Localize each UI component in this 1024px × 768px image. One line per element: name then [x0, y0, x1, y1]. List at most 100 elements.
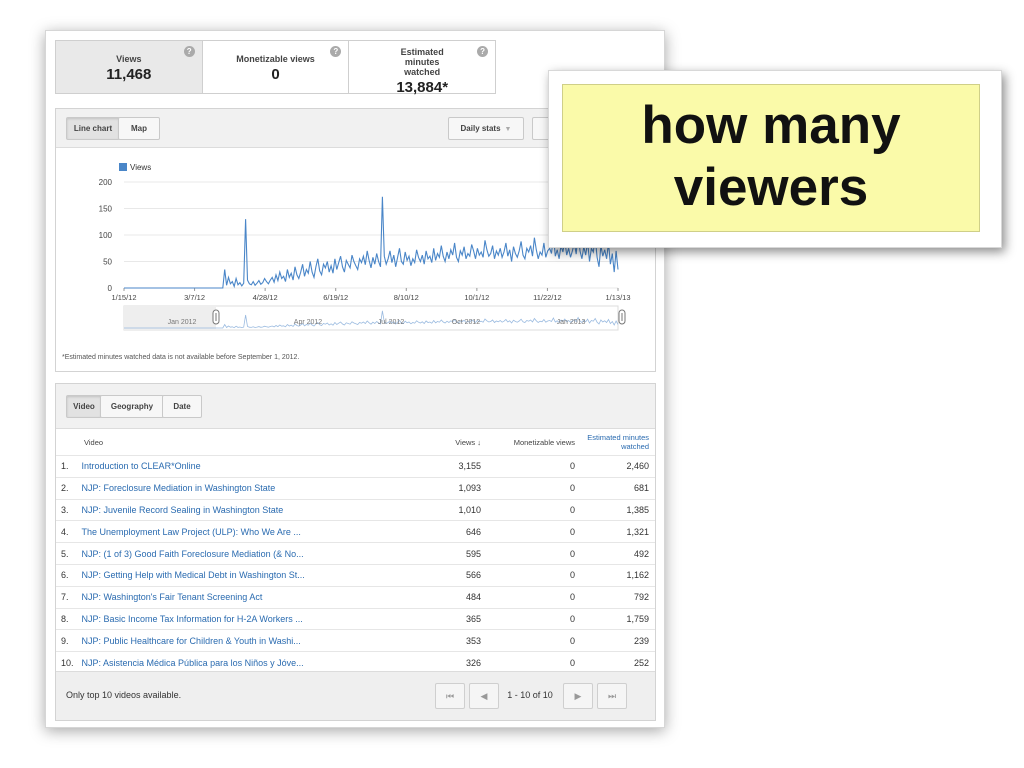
help-icon[interactable]: ?	[183, 46, 195, 57]
table-row[interactable]: 2. NJP: Foreclosure Mediation in Washingt…	[56, 476, 655, 500]
views-cell: 326	[417, 651, 487, 673]
views-cell: 353	[417, 629, 487, 652]
table-row[interactable]: 4. The Unemployment Law Project (ULP): Wh…	[56, 520, 655, 543]
page-range: 1 - 10 of 10	[507, 690, 553, 700]
metric-label: Estimated minutes watched	[400, 47, 444, 77]
navigator-label: Oct 2012	[452, 319, 481, 326]
video-title-link[interactable]: NJP: Juvenile Record Sealing in Washingt…	[73, 498, 417, 521]
next-page-button[interactable]: ▶	[563, 683, 593, 709]
row-index: 1.	[56, 455, 74, 478]
annotation-note: how many viewers	[562, 84, 980, 232]
views-cell: 646	[417, 520, 487, 543]
y-tick-label: 50	[103, 258, 112, 267]
metric-views[interactable]: Views 11,468 ?	[55, 40, 203, 94]
prev-page-button[interactable]: ◀	[469, 683, 499, 709]
row-index: 9.	[56, 629, 74, 652]
annotation-line-1: how many	[641, 96, 901, 155]
x-tick-label: 6/19/12	[323, 293, 348, 302]
navigator-label: Apr 2012	[294, 319, 323, 326]
tab-geography[interactable]: Geography	[100, 395, 164, 418]
views-cell: 566	[417, 563, 487, 587]
monetizable-cell: 0	[487, 520, 581, 543]
views-cell: 484	[417, 585, 487, 609]
monetizable-cell: 0	[487, 455, 581, 478]
monetizable-cell: 0	[487, 476, 581, 500]
legend-label: Views	[130, 163, 151, 172]
monetizable-cell: 0	[487, 563, 581, 587]
x-tick-label: 4/28/12	[253, 293, 278, 302]
minutes-cell: 239	[581, 629, 655, 652]
column-estimated-minutes[interactable]: Estimated minutes watched	[581, 429, 655, 456]
tab-line-chart[interactable]: Line chart	[66, 117, 120, 140]
views-cell: 595	[417, 542, 487, 565]
daily-stats-dropdown[interactable]: Daily stats ▼	[448, 117, 524, 140]
y-tick-label: 0	[108, 284, 113, 293]
minutes-cell: 1,759	[581, 607, 655, 630]
tab-date[interactable]: Date	[162, 395, 202, 418]
table-row[interactable]: 5. NJP: (1 of 3) Good Faith Foreclosure M…	[56, 542, 655, 565]
video-title-link[interactable]: NJP: Basic Income Tax Information for H-…	[73, 607, 417, 630]
footnote: *Estimated minutes watched data is not a…	[62, 354, 300, 361]
navigator-label: Jan 2013	[557, 319, 586, 326]
metric-label: Monetizable views	[236, 54, 315, 64]
video-title-link[interactable]: NJP: (1 of 3) Good Faith Foreclosure Med…	[73, 542, 417, 565]
y-tick-label: 200	[99, 178, 113, 187]
views-cell: 1,010	[417, 498, 487, 521]
table-row[interactable]: 1. Introduction to CLEAR*Online 3,155 0 2,46…	[56, 455, 655, 478]
y-tick-label: 150	[99, 205, 113, 214]
minutes-cell: 681	[581, 476, 655, 500]
table-row[interactable]: 3. NJP: Juvenile Record Sealing in Washin…	[56, 498, 655, 521]
views-series-line	[124, 196, 619, 289]
annotation-card: how many viewers	[548, 70, 1002, 248]
monetizable-cell: 0	[487, 629, 581, 652]
video-title-link[interactable]: Introduction to CLEAR*Online	[73, 455, 417, 478]
x-tick-label: 1/15/12	[111, 293, 136, 302]
video-title-link[interactable]: NJP: Public Healthcare for Children & Yo…	[73, 629, 417, 652]
row-index: 4.	[56, 520, 74, 543]
video-title-link[interactable]: NJP: Washington's Fair Tenant Screening …	[73, 585, 417, 609]
minutes-cell: 492	[581, 542, 655, 565]
help-icon[interactable]: ?	[477, 46, 489, 57]
column-video[interactable]: Video	[56, 429, 417, 456]
video-title-link[interactable]: NJP: Getting Help with Medical Debt in W…	[73, 563, 417, 587]
monetizable-cell: 0	[487, 651, 581, 673]
x-tick-label: 8/10/12	[394, 293, 419, 302]
table-header: Video Views ↓ Monetizable views Estimate…	[56, 429, 655, 456]
table-row[interactable]: 8. NJP: Basic Income Tax Information for …	[56, 607, 655, 630]
video-title-link[interactable]: NJP: Foreclosure Mediation in Washington…	[73, 476, 417, 500]
column-monetizable-views[interactable]: Monetizable views	[487, 429, 581, 456]
row-index: 3.	[56, 498, 74, 521]
metric-estimated-minutes[interactable]: Estimated minutes watched 13,884* ?	[348, 40, 497, 96]
videos-table: Video Views ↓ Monetizable views Estimate…	[56, 429, 655, 673]
minutes-cell: 2,460	[581, 455, 655, 478]
views-cell: 3,155	[417, 455, 487, 478]
metric-value: 11,468	[106, 66, 152, 83]
row-index: 6.	[56, 563, 74, 587]
tab-map[interactable]: Map	[118, 117, 160, 140]
table-row[interactable]: 10. NJP: Asistencia Médica Pública para l…	[56, 651, 655, 673]
monetizable-cell: 0	[487, 585, 581, 609]
video-title-link[interactable]: NJP: Asistencia Médica Pública para los …	[73, 651, 417, 673]
minutes-cell: 792	[581, 585, 655, 609]
minutes-cell: 1,385	[581, 498, 655, 521]
column-views[interactable]: Views ↓	[417, 429, 487, 456]
views-cell: 1,093	[417, 476, 487, 500]
last-page-button[interactable]: ⏭	[597, 683, 627, 709]
navigator-label: Jul 2012	[378, 319, 405, 326]
table-row[interactable]: 9. NJP: Public Healthcare for Children & …	[56, 629, 655, 652]
metric-label: Views	[116, 54, 142, 64]
video-title-link[interactable]: The Unemployment Law Project (ULP): Who …	[73, 520, 417, 543]
x-tick-label: 3/7/12	[184, 293, 205, 302]
navigator-shade	[124, 306, 216, 330]
table-row[interactable]: 7. NJP: Washington's Fair Tenant Screenin…	[56, 585, 655, 609]
x-tick-label: 10/1/12	[464, 293, 489, 302]
minutes-cell: 1,321	[581, 520, 655, 543]
footer-note: Only top 10 videos available.	[66, 690, 182, 700]
monetizable-cell: 0	[487, 542, 581, 565]
navigator-label: Jan 2012	[168, 319, 197, 326]
first-page-button[interactable]: ⏮	[435, 683, 465, 709]
table-panel: Video Geography Date Video Views ↓ Monet…	[55, 383, 656, 721]
tab-video[interactable]: Video	[66, 395, 102, 418]
table-row[interactable]: 6. NJP: Getting Help with Medical Debt in…	[56, 563, 655, 587]
metric-monetizable-views[interactable]: Monetizable views 0 ?	[201, 40, 350, 94]
